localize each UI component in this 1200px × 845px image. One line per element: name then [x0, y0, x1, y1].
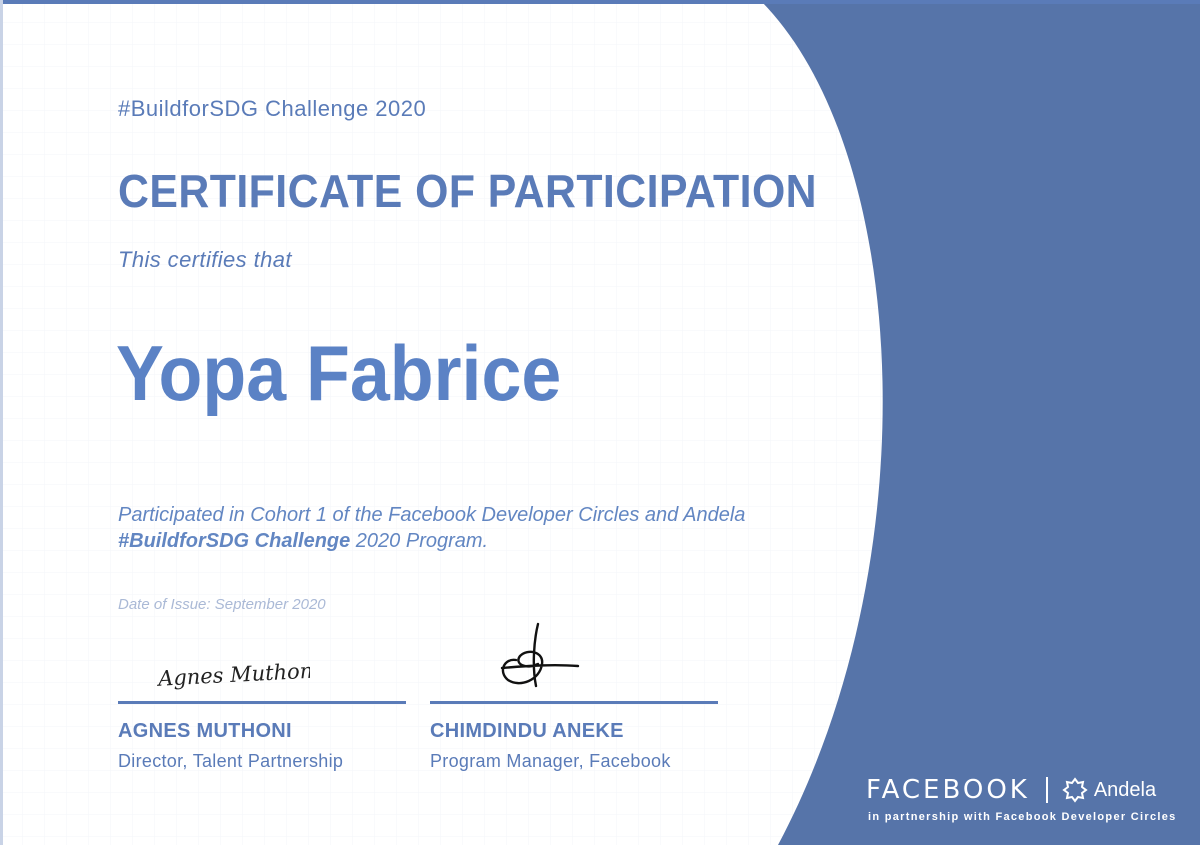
program-text: 2020 Program. [350, 530, 489, 552]
certifies-text: This certifies that [118, 247, 292, 272]
challenge-name-bold: #BuildforSDG Challenge [118, 530, 351, 552]
partnership-tagline: in partnership with Facebook Developer C… [868, 811, 1177, 823]
challenge-subtitle: #BuildforSDG Challenge 2020 [118, 96, 427, 121]
top-border [0, 0, 1200, 4]
andela-logo-text: Andela [1093, 778, 1157, 801]
andela-logo-icon [1062, 777, 1088, 803]
recipient-name: Yopa Fabrice [116, 329, 562, 417]
background-decoration [0, 0, 1200, 845]
signatory-2-name: CHIMDINDU ANEKE [430, 720, 624, 742]
signature-line-1 [118, 701, 406, 704]
participation-statement: Participated in Cohort 1 of the Facebook… [118, 502, 745, 554]
issue-date: Date of Issue: September 2020 [118, 596, 326, 613]
logo-divider [1045, 777, 1048, 803]
left-border [0, 0, 3, 845]
participation-line-1: Participated in Cohort 1 of the Facebook… [118, 504, 746, 526]
signature-agnes-muthoni: Agnes Muthoni [156, 658, 310, 691]
signatory-1-role: Director, Talent Partnership [118, 751, 344, 771]
facebook-logo: FACEBOOK [866, 775, 1030, 805]
svg-text:Agnes Muthoni: Agnes Muthoni [156, 658, 310, 691]
participation-line-2: #BuildforSDG Challenge 2020 Program. [118, 528, 745, 554]
signatory-1-name: AGNES MUTHONI [118, 720, 292, 742]
signatory-2-role: Program Manager, Facebook [430, 751, 671, 771]
certificate-page: #BuildforSDG Challenge 2020 CERTIFICATE … [0, 0, 1200, 845]
certificate-title: CERTIFICATE OF PARTICIPATION [118, 165, 818, 217]
partner-logos: FACEBOOK Andela [866, 772, 1156, 808]
signature-line-2 [430, 701, 718, 704]
signature-chimdindu-aneke [500, 622, 580, 688]
